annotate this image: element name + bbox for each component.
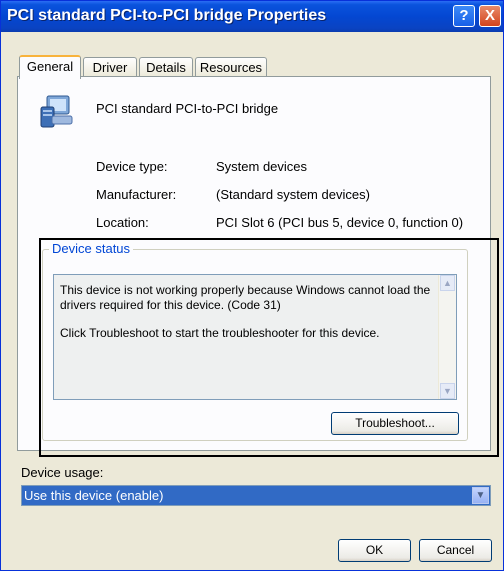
tab-resources[interactable]: Resources <box>195 57 267 77</box>
ok-button[interactable]: OK <box>338 539 411 562</box>
close-button[interactable]: X <box>479 5 501 27</box>
device-status-group: Device status This device is not working… <box>42 241 468 441</box>
device-status-text: This device is not working properly beca… <box>60 283 432 354</box>
close-icon: X <box>484 7 495 24</box>
device-type-label: Device type: <box>96 159 168 174</box>
manufacturer-value: (Standard system devices) <box>216 187 370 202</box>
tab-details[interactable]: Details <box>139 57 193 77</box>
help-icon: ? <box>459 7 469 24</box>
title-bar[interactable]: PCI standard PCI-to-PCI bridge Propertie… <box>1 1 503 32</box>
device-status-legend: Device status <box>49 241 134 256</box>
cancel-button[interactable]: Cancel <box>419 539 492 562</box>
device-usage-label: Device usage: <box>21 465 104 480</box>
tab-driver[interactable]: Driver <box>83 57 137 77</box>
status-message: This device is not working properly beca… <box>60 283 431 312</box>
computer-device-icon <box>40 95 73 128</box>
device-type-value: System devices <box>216 159 308 174</box>
scroll-up-icon[interactable]: ▲ <box>440 275 455 291</box>
troubleshoot-button[interactable]: Troubleshoot... <box>331 412 459 435</box>
device-usage-value: Use this device (enable) <box>24 488 164 503</box>
device-name: PCI standard PCI-to-PCI bridge <box>96 101 279 116</box>
device-usage-select[interactable]: Use this device (enable) ▼ <box>21 485 491 506</box>
help-button[interactable]: ? <box>453 5 475 27</box>
status-scrollbar[interactable]: ▲ ▼ <box>438 275 456 399</box>
location-label: Location: <box>96 215 149 230</box>
chevron-down-icon[interactable]: ▼ <box>472 487 489 504</box>
general-tab-panel: PCI standard PCI-to-PCI bridge Device ty… <box>17 76 491 451</box>
device-status-textbox[interactable]: This device is not working properly beca… <box>53 274 457 400</box>
manufacturer-label: Manufacturer: <box>96 187 177 202</box>
tab-general[interactable]: General <box>19 55 81 79</box>
troubleshoot-hint: Click Troubleshoot to start the troubles… <box>60 326 380 340</box>
location-value: PCI Slot 6 (PCI bus 5, device 0, functio… <box>216 215 464 230</box>
properties-dialog: PCI standard PCI-to-PCI bridge Propertie… <box>0 0 504 571</box>
scroll-down-icon[interactable]: ▼ <box>440 383 455 399</box>
window-title: PCI standard PCI-to-PCI bridge Propertie… <box>7 7 327 24</box>
